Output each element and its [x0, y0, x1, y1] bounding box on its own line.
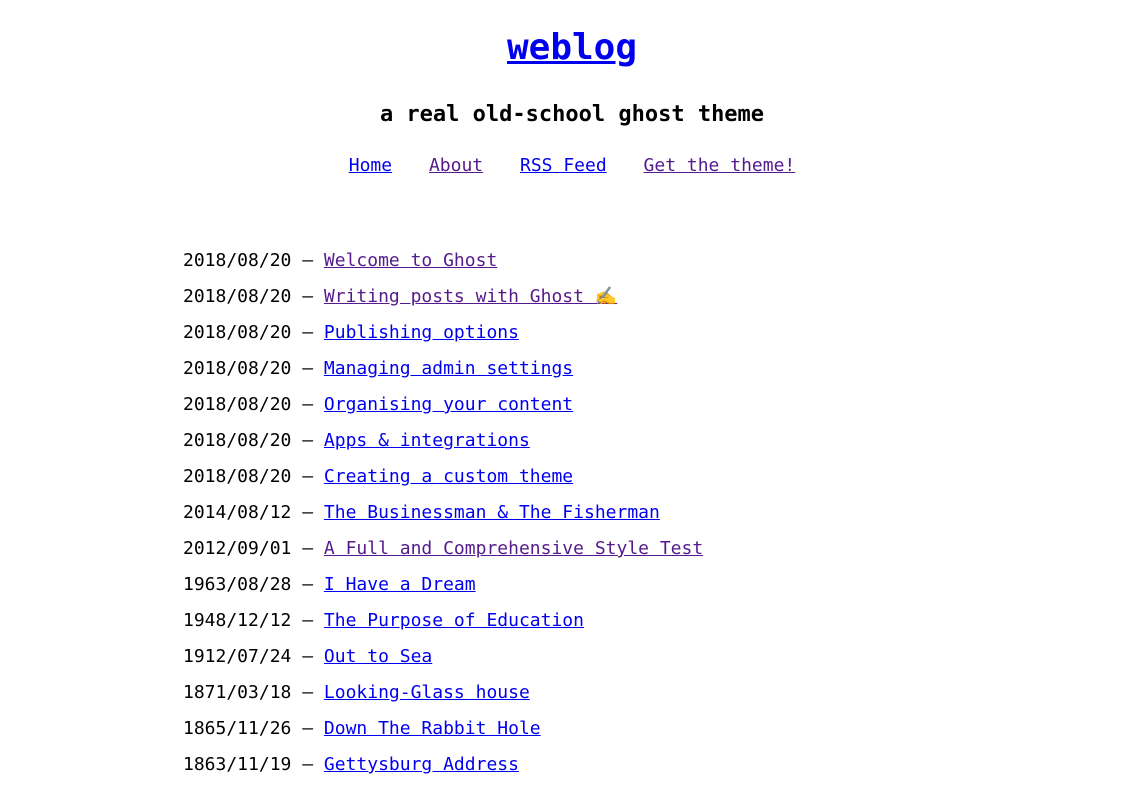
post-date: 1863/11/19 [183, 754, 292, 775]
post-list-item: 1912/07/24 — Out to Sea [183, 644, 703, 680]
post-title-link[interactable]: The Purpose of Education [324, 610, 584, 631]
post-list-item: 2018/08/20 — Publishing options [183, 320, 703, 356]
post-separator: — [291, 502, 324, 523]
nav-rss-feed-link[interactable]: RSS Feed [520, 155, 607, 176]
post-list: 2018/08/20 — Welcome to Ghost 2018/08/20… [183, 248, 703, 788]
post-separator: — [291, 286, 324, 307]
post-title-link[interactable]: A Full and Comprehensive Style Test [324, 538, 703, 559]
nav-get-theme-link[interactable]: Get the theme! [644, 155, 796, 176]
post-list-item: 2018/08/20 — Writing posts with Ghost ✍️ [183, 284, 703, 320]
post-title-link[interactable]: Managing admin settings [324, 358, 573, 379]
post-list-item: 1963/08/28 — I Have a Dream [183, 572, 703, 608]
site-tagline: a real old-school ghost theme [379, 102, 765, 127]
post-date: 2018/08/20 [183, 394, 292, 415]
main-nav: Home About RSS Feed Get the theme! [0, 154, 1144, 178]
post-separator: — [291, 754, 324, 775]
post-title-link[interactable]: Publishing options [324, 322, 519, 343]
post-separator: — [291, 682, 324, 703]
post-title-link[interactable]: Organising your content [324, 394, 573, 415]
post-date: 2018/08/20 [183, 358, 292, 379]
post-title-link[interactable]: Looking-Glass house [324, 682, 530, 703]
post-separator: — [291, 538, 324, 559]
post-separator: — [291, 322, 324, 343]
post-separator: — [291, 574, 324, 595]
post-title-link[interactable]: Gettysburg Address [324, 754, 519, 775]
post-date: 1871/03/18 [183, 682, 292, 703]
post-date: 2018/08/20 [183, 430, 292, 451]
nav-home-link[interactable]: Home [349, 155, 392, 176]
post-title-link[interactable]: Out to Sea [324, 646, 432, 667]
post-date: 2012/09/01 [183, 538, 292, 559]
post-separator: — [291, 358, 324, 379]
post-title-link[interactable]: Down The Rabbit Hole [324, 718, 541, 739]
post-date: 1948/12/12 [183, 610, 292, 631]
nav-about-link[interactable]: About [429, 155, 483, 176]
post-separator: — [291, 646, 324, 667]
post-list-item: 1948/12/12 — The Purpose of Education [183, 608, 703, 644]
site-title-link[interactable]: weblog [507, 27, 637, 68]
post-list-item: 2014/08/12 — The Businessman & The Fishe… [183, 500, 703, 536]
post-list-item: 2018/08/20 — Welcome to Ghost [183, 248, 703, 284]
post-separator: — [291, 250, 324, 271]
post-title-link[interactable]: Writing posts with Ghost ✍️ [324, 286, 617, 307]
post-separator: — [291, 466, 324, 487]
post-separator: — [291, 718, 324, 739]
post-date: 2018/08/20 [183, 250, 292, 271]
post-list-item: 1865/11/26 — Down The Rabbit Hole [183, 716, 703, 752]
post-separator: — [291, 610, 324, 631]
post-title-link[interactable]: The Businessman & The Fisherman [324, 502, 660, 523]
post-list-item: 2018/08/20 — Organising your content [183, 392, 703, 428]
post-list-item: 1863/11/19 — Gettysburg Address [183, 752, 703, 788]
post-separator: — [291, 394, 324, 415]
post-date: 1963/08/28 [183, 574, 292, 595]
post-separator: — [291, 430, 324, 451]
post-title-link[interactable]: Apps & integrations [324, 430, 530, 451]
post-list-item: 1871/03/18 — Looking-Glass house [183, 680, 703, 716]
post-date: 2014/08/12 [183, 502, 292, 523]
post-date: 2018/08/20 [183, 322, 292, 343]
post-title-link[interactable]: I Have a Dream [324, 574, 476, 595]
post-title-link[interactable]: Welcome to Ghost [324, 250, 497, 271]
post-date: 2018/08/20 [183, 466, 292, 487]
post-date: 1865/11/26 [183, 718, 292, 739]
post-list-item: 2018/08/20 — Creating a custom theme [183, 464, 703, 500]
post-date: 2018/08/20 [183, 286, 292, 307]
post-title-link[interactable]: Creating a custom theme [324, 466, 573, 487]
post-date: 1912/07/24 [183, 646, 292, 667]
post-list-item: 2018/08/20 — Apps & integrations [183, 428, 703, 464]
post-list-item: 2018/08/20 — Managing admin settings [183, 356, 703, 392]
site-title: weblog [0, 22, 1144, 74]
post-list-item: 2012/09/01 — A Full and Comprehensive St… [183, 536, 703, 572]
